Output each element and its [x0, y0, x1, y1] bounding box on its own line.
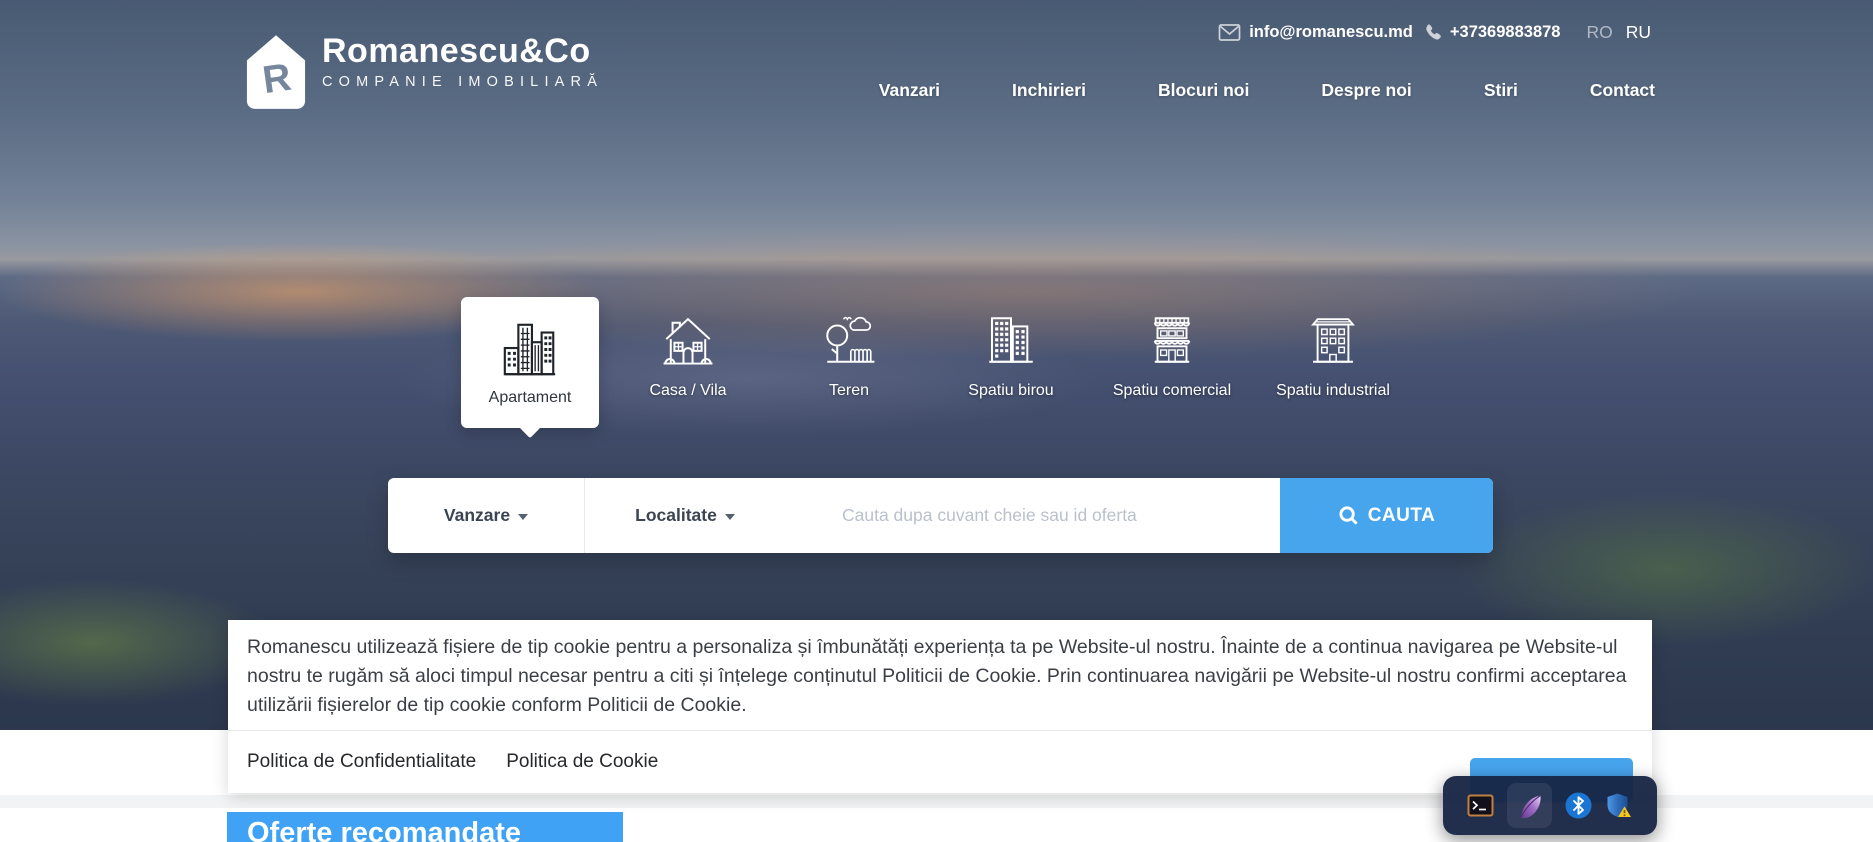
svg-text:R: R	[260, 56, 294, 102]
nav-despre-noi[interactable]: Despre noi	[1321, 80, 1411, 101]
tab-spatiu-industrial[interactable]: Spatiu industrial	[1253, 311, 1413, 400]
tab-casa-vila[interactable]: Casa / Vila	[608, 311, 768, 400]
nav-stiri[interactable]: Stiri	[1484, 80, 1518, 101]
office-buildings-icon	[982, 311, 1040, 369]
tab-label: Teren	[829, 382, 869, 400]
cookie-links-row: Politica de Confidentialitate Politica d…	[228, 730, 1652, 793]
main-nav: Vanzari Inchirieri Blocuri noi Despre no…	[879, 80, 1655, 101]
tab-label: Casa / Vila	[649, 382, 726, 400]
tab-label: Apartament	[489, 389, 572, 407]
tab-teren[interactable]: Teren	[769, 311, 929, 400]
email-link[interactable]: info@romanescu.md	[1249, 23, 1413, 42]
locality-dropdown[interactable]: Localitate	[585, 478, 785, 553]
land-tree-icon	[820, 311, 878, 369]
tab-label: Spatiu comercial	[1113, 382, 1231, 400]
nav-vanzari[interactable]: Vanzari	[879, 80, 940, 101]
locality-value: Localitate	[635, 505, 717, 526]
os-dock	[1443, 776, 1657, 835]
lang-ro[interactable]: RO	[1586, 22, 1612, 43]
chevron-down-icon	[518, 514, 528, 520]
property-search-bar: Vanzare Localitate CAUTA	[388, 478, 1493, 553]
security-shield-warning-icon[interactable]	[1605, 792, 1633, 820]
recommended-offers-heading-box: Oferte recomandate	[227, 812, 623, 842]
terminal-icon[interactable]	[1467, 794, 1494, 817]
cookie-policy-link[interactable]: Politica de Cookie	[506, 751, 658, 773]
logo-text: Romanescu&Co COMPANIE IMOBILIARĂ	[322, 33, 603, 90]
language-switcher: RO RU	[1586, 22, 1651, 43]
deal-type-dropdown[interactable]: Vanzare	[388, 478, 584, 553]
tab-spatiu-birou[interactable]: Spatiu birou	[931, 311, 1091, 400]
logo-title: Romanescu&Co	[322, 33, 603, 70]
page: R Romanescu&Co COMPANIE IMOBILIARĂ info@…	[0, 0, 1873, 842]
search-keyword-input[interactable]	[785, 478, 1280, 553]
phone-icon	[1423, 23, 1442, 42]
phone-contact: +37369883878	[1423, 23, 1561, 42]
tab-label: Spatiu birou	[968, 382, 1053, 400]
search-button-label: CAUTA	[1368, 505, 1436, 527]
house-icon	[659, 311, 717, 369]
tab-spatiu-comercial[interactable]: Spatiu comercial	[1092, 311, 1252, 400]
recommended-offers-heading: Oferte recomandate	[247, 817, 623, 842]
lang-ru[interactable]: RU	[1626, 22, 1651, 43]
nav-contact[interactable]: Contact	[1590, 80, 1655, 101]
logo-house-icon: R	[245, 33, 307, 111]
site-logo[interactable]: R Romanescu&Co COMPANIE IMOBILIARĂ	[245, 33, 603, 111]
cookie-message: Romanescu utilizează fișiere de tip cook…	[228, 620, 1652, 730]
bluetooth-icon[interactable]	[1565, 792, 1592, 819]
apartment-buildings-icon	[499, 318, 561, 380]
deal-type-value: Vanzare	[444, 505, 510, 526]
search-button[interactable]: CAUTA	[1280, 478, 1493, 553]
phone-link[interactable]: +37369883878	[1450, 23, 1561, 42]
tab-label: Spatiu industrial	[1276, 382, 1390, 400]
chevron-down-icon	[725, 514, 735, 520]
header-contact-row: info@romanescu.md +37369883878 RO RU	[1218, 22, 1651, 43]
logo-subtitle: COMPANIE IMOBILIARĂ	[322, 74, 603, 90]
email-contact: info@romanescu.md	[1218, 23, 1413, 42]
feather-app-icon	[1516, 792, 1544, 820]
nav-inchirieri[interactable]: Inchirieri	[1012, 80, 1086, 101]
search-icon	[1338, 505, 1359, 526]
shop-icon	[1143, 311, 1201, 369]
envelope-icon	[1218, 23, 1241, 42]
feather-app-tile[interactable]	[1507, 783, 1552, 828]
nav-blocuri-noi[interactable]: Blocuri noi	[1158, 80, 1249, 101]
tab-apartament-active[interactable]: Apartament	[461, 297, 599, 428]
cookie-consent-banner: Romanescu utilizează fișiere de tip cook…	[228, 620, 1652, 793]
industrial-building-icon	[1304, 311, 1362, 369]
privacy-policy-link[interactable]: Politica de Confidentialitate	[247, 751, 476, 773]
